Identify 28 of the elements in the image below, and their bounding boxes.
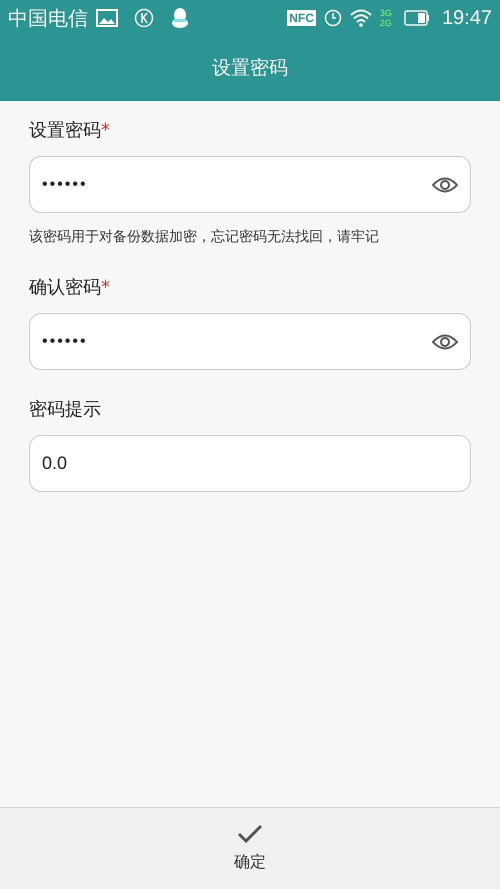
field-value: ••••••: [42, 174, 89, 194]
field-label: 确认密码: [29, 276, 101, 300]
field-label: 设置密码: [29, 119, 101, 143]
input-field[interactable]: ••••••: [29, 156, 471, 213]
eye-icon[interactable]: [432, 176, 458, 194]
network-label: 2G: [380, 18, 392, 28]
penguin-icon: [170, 7, 190, 29]
field-label: 密码提示: [29, 398, 101, 422]
confirm-button[interactable]: 确定: [234, 824, 266, 874]
page-title: 设置密码: [212, 56, 288, 82]
wifi-icon: [350, 9, 372, 27]
battery-icon: [404, 10, 430, 26]
nfc-badge: NFC: [287, 10, 316, 26]
required-mark: *: [101, 276, 110, 300]
clock-time: 19:47: [442, 6, 492, 31]
k-circle-icon: [134, 8, 154, 28]
gallery-icon: [96, 9, 118, 27]
network-label: 3G: [380, 8, 392, 18]
alarm-icon: [324, 9, 342, 27]
field-value: 0.0: [42, 452, 68, 475]
field-value: ••••••: [42, 332, 89, 352]
required-mark: *: [101, 119, 110, 143]
eye-icon[interactable]: [432, 332, 458, 350]
hint-text: 该密码用于对备份数据加密，忘记密码无法找回，请牢记: [29, 228, 380, 247]
carrier-name: 中国电信: [8, 5, 88, 32]
input-field[interactable]: 0.0: [29, 435, 471, 492]
input-field[interactable]: ••••••: [29, 313, 471, 370]
check-icon: [237, 824, 263, 844]
